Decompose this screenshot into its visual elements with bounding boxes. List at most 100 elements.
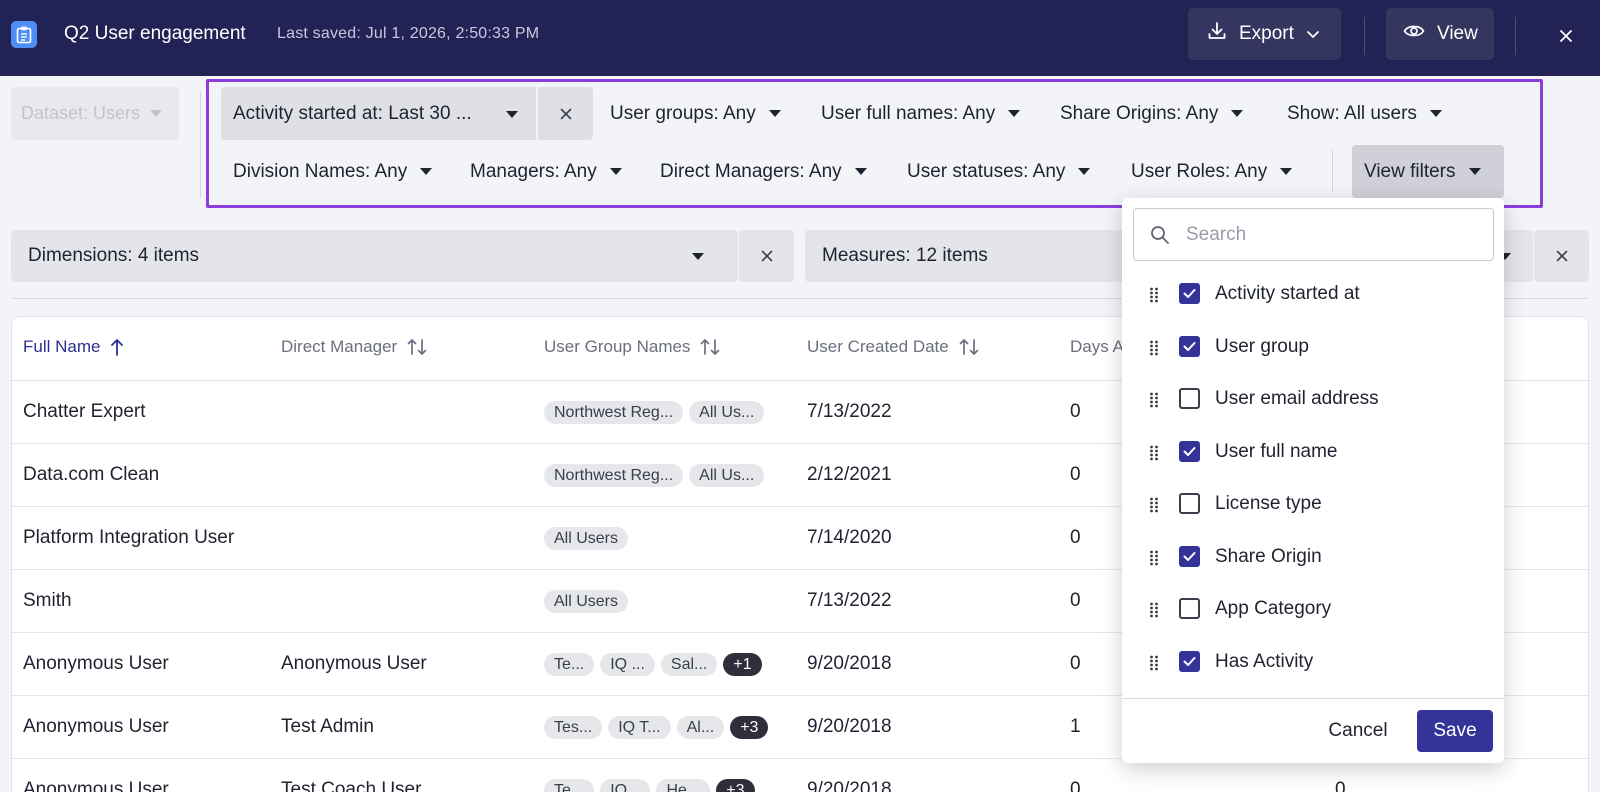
filter-option-label: Has Activity bbox=[1215, 650, 1314, 672]
more-groups-badge[interactable]: +1 bbox=[723, 653, 762, 676]
checkbox-checked[interactable] bbox=[1179, 440, 1200, 462]
filter-option[interactable]: Has Activity bbox=[1122, 636, 1504, 688]
filter-option[interactable]: Activity started at bbox=[1122, 268, 1504, 320]
group-tag: Al... bbox=[676, 716, 725, 739]
group-tag: All Users bbox=[544, 590, 629, 613]
page-title: Q2 User engagement bbox=[64, 23, 246, 44]
cell-days-active: 0 bbox=[1070, 590, 1081, 611]
divider bbox=[1332, 150, 1333, 192]
sort-icon bbox=[959, 339, 979, 355]
cell-user-groups: Tes... IQ T... Al... +3 bbox=[544, 716, 769, 739]
checkbox-unchecked[interactable] bbox=[1179, 388, 1200, 409]
cell-full-name: Anonymous User bbox=[23, 653, 169, 674]
cell-created-date: 2/12/2021 bbox=[807, 464, 892, 485]
filter-option[interactable]: User full name bbox=[1122, 426, 1504, 478]
group-tag: IQ ... bbox=[600, 653, 655, 676]
column-header-user-created-date[interactable]: User Created Date bbox=[807, 337, 979, 357]
caret-down-icon bbox=[1078, 168, 1091, 175]
export-button[interactable]: Export bbox=[1188, 8, 1341, 60]
filter-option[interactable]: User group bbox=[1122, 321, 1504, 373]
drag-handle-icon[interactable] bbox=[1149, 287, 1159, 303]
checkbox-checked[interactable] bbox=[1179, 650, 1200, 672]
filter-option[interactable]: Share Origin bbox=[1122, 531, 1504, 583]
view-button[interactable]: View bbox=[1386, 8, 1494, 60]
filter-user-statuses[interactable]: User statuses: Any bbox=[907, 145, 1091, 198]
group-tag: Sal... bbox=[660, 653, 718, 676]
cell-user-groups: Te... IQ... He... +3 bbox=[544, 779, 755, 792]
filter-label: User groups: Any bbox=[610, 102, 756, 124]
clear-dimensions-button[interactable] bbox=[739, 230, 794, 282]
drag-handle-icon[interactable] bbox=[1149, 602, 1159, 618]
drag-handle-icon[interactable] bbox=[1149, 392, 1159, 408]
view-label: View bbox=[1437, 23, 1478, 44]
cell-created-date: 7/13/2022 bbox=[807, 401, 892, 422]
cancel-button[interactable]: Cancel bbox=[1318, 711, 1398, 751]
search-field[interactable] bbox=[1133, 208, 1494, 261]
drag-handle-icon[interactable] bbox=[1149, 550, 1159, 566]
filter-option[interactable]: App Category bbox=[1122, 583, 1504, 635]
clear-filter-button[interactable] bbox=[538, 87, 593, 140]
save-button[interactable]: Save bbox=[1417, 710, 1493, 752]
filter-label: Share Origins: Any bbox=[1060, 102, 1219, 124]
column-label: Days A bbox=[1070, 337, 1124, 356]
table-row[interactable]: Anonymous User Test Coach User Te... IQ.… bbox=[12, 759, 1588, 792]
column-header-full-name[interactable]: Full Name bbox=[23, 337, 124, 357]
caret-down-icon bbox=[1468, 168, 1481, 175]
filter-option-label: License type bbox=[1215, 493, 1322, 514]
filter-label: Direct Managers: Any bbox=[660, 160, 842, 182]
checkbox-checked[interactable] bbox=[1179, 283, 1200, 304]
cell-created-date: 7/13/2022 bbox=[807, 590, 892, 611]
checkbox-checked[interactable] bbox=[1179, 545, 1200, 567]
group-tag: Northwest Reg... bbox=[544, 401, 684, 424]
filter-option[interactable]: User email address bbox=[1122, 373, 1504, 425]
column-header-days-active[interactable]: Days A bbox=[1070, 337, 1124, 357]
filter-option-label: User group bbox=[1215, 335, 1309, 357]
column-label: User Group Names bbox=[544, 337, 691, 356]
checkbox-unchecked[interactable] bbox=[1179, 598, 1200, 619]
search-input[interactable] bbox=[1186, 223, 1466, 246]
filter-label: Division Names: Any bbox=[233, 160, 408, 182]
cell-full-name: Chatter Expert bbox=[23, 401, 146, 422]
toolbar-divider bbox=[1515, 17, 1516, 55]
search-icon bbox=[1151, 225, 1169, 244]
caret-down-icon bbox=[609, 168, 622, 175]
cell-user-groups: Northwest Reg... All Us... bbox=[544, 464, 765, 487]
view-filters-button[interactable]: View filters bbox=[1352, 145, 1504, 198]
group-tag: IQ... bbox=[600, 779, 651, 792]
drag-handle-icon[interactable] bbox=[1149, 340, 1159, 356]
more-groups-badge[interactable]: +3 bbox=[716, 779, 755, 792]
filter-option-label: Share Origin bbox=[1215, 545, 1322, 567]
filter-show[interactable]: Show: All users bbox=[1287, 87, 1442, 140]
cell-user-groups: All Users bbox=[544, 527, 629, 550]
cell-user-groups: All Users bbox=[544, 590, 629, 613]
checkbox-unchecked[interactable] bbox=[1179, 493, 1200, 514]
filter-user-groups[interactable]: User groups: Any bbox=[610, 87, 781, 140]
dataset-select[interactable]: Dataset: Users bbox=[11, 87, 179, 140]
filter-label: User full names: Any bbox=[821, 102, 996, 124]
drag-handle-icon[interactable] bbox=[1149, 497, 1159, 513]
column-label: User Created Date bbox=[807, 337, 949, 356]
column-label: Direct Manager bbox=[281, 337, 398, 356]
filter-option[interactable]: License type bbox=[1122, 478, 1504, 530]
clear-measures-button[interactable] bbox=[1534, 230, 1589, 282]
cell-user-groups: Te... IQ ... Sal... +1 bbox=[544, 653, 762, 676]
top-bar: Q2 User engagement Last saved: Jul 1, 20… bbox=[0, 0, 1600, 76]
cell-created-date: 9/20/2018 bbox=[807, 716, 892, 737]
filter-user-full-names[interactable]: User full names: Any bbox=[821, 87, 1021, 140]
column-header-user-group-names[interactable]: User Group Names bbox=[544, 337, 720, 357]
filter-share-origins[interactable]: Share Origins: Any bbox=[1060, 87, 1244, 140]
more-groups-badge[interactable]: +3 bbox=[730, 716, 769, 739]
dimensions-select[interactable]: Dimensions: 4 items bbox=[11, 230, 738, 282]
checkbox-checked[interactable] bbox=[1179, 335, 1200, 357]
filter-managers[interactable]: Managers: Any bbox=[470, 145, 622, 198]
drag-handle-icon[interactable] bbox=[1149, 445, 1159, 461]
drag-handle-icon[interactable] bbox=[1149, 655, 1159, 671]
close-icon[interactable] bbox=[1553, 23, 1579, 49]
filter-direct-managers[interactable]: Direct Managers: Any bbox=[660, 145, 867, 198]
filter-activity-started[interactable]: Activity started at: Last 30 ... bbox=[221, 87, 536, 140]
export-label: Export bbox=[1239, 23, 1294, 44]
cell-full-name: Smith bbox=[23, 590, 72, 611]
column-header-direct-manager[interactable]: Direct Manager bbox=[281, 337, 427, 357]
filter-division-names[interactable]: Division Names: Any bbox=[233, 145, 433, 198]
filter-user-roles[interactable]: User Roles: Any bbox=[1131, 145, 1293, 198]
